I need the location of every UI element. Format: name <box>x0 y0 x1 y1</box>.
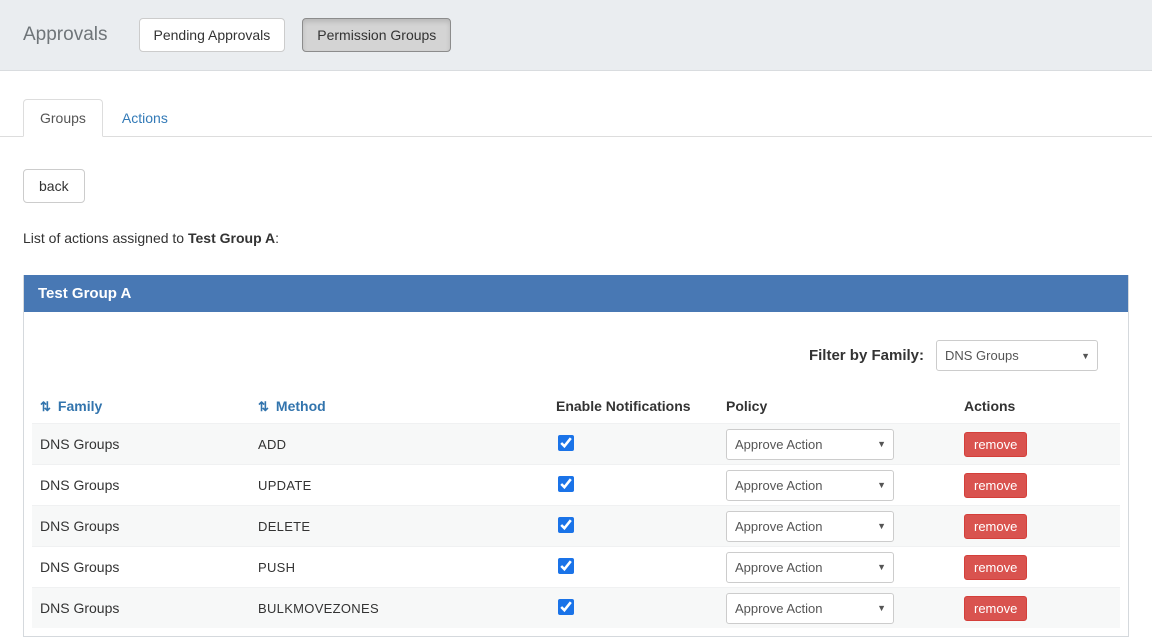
policy-cell: Approve Action ▼ <box>726 551 964 583</box>
page-title: Approvals <box>23 24 108 45</box>
header-method-label: Method <box>275 397 326 414</box>
intro-prefix: List of actions assigned to <box>23 230 188 246</box>
family-cell: DNS Groups <box>40 559 120 575</box>
filter-row: Filter by Family: DNS Groups ▼ <box>32 312 1120 389</box>
table-header-row: ⇅ Family ⇅ Method Enable Notifications Pol… <box>32 389 1120 423</box>
back-button[interactable]: back <box>23 169 85 203</box>
notifications-cell <box>556 598 726 618</box>
actions-cell: remove <box>964 554 1120 580</box>
policy-dropdown[interactable]: Approve Action <box>726 592 894 624</box>
tab-groups[interactable]: Groups <box>23 99 103 137</box>
family-cell: DNS Groups <box>40 518 120 534</box>
sort-icon[interactable]: ⇅ <box>40 399 51 414</box>
policy-cell: Approve Action ▼ <box>726 469 964 501</box>
policy-dropdown-wrap: Approve Action ▼ <box>726 428 894 460</box>
method-cell: ADD <box>258 436 287 452</box>
header-family-label: Family <box>57 397 103 414</box>
header-enable-notifications: Enable Notifications <box>556 398 691 414</box>
policy-cell: Approve Action ▼ <box>726 428 964 460</box>
notifications-cell <box>556 434 726 454</box>
remove-button[interactable]: remove <box>964 595 1028 621</box>
table-body: DNS Groups ADD Approve Action ▼ remove D… <box>32 423 1120 628</box>
policy-dropdown[interactable]: Approve Action <box>726 510 894 542</box>
enable-notifications-checkbox[interactable] <box>558 557 574 574</box>
actions-cell: remove <box>964 595 1120 621</box>
panel-title: Test Group A <box>24 275 1128 312</box>
policy-dropdown-wrap: Approve Action ▼ <box>726 592 894 624</box>
top-header-bar: Approvals Pending Approvals Permission G… <box>0 0 1152 71</box>
actions-cell: remove <box>964 513 1120 539</box>
remove-button[interactable]: remove <box>964 513 1028 539</box>
header-policy: Policy <box>726 398 768 414</box>
table-row: DNS Groups BULKMOVEZONES Approve Action … <box>32 587 1120 628</box>
notifications-cell <box>556 475 726 495</box>
sort-icon[interactable]: ⇅ <box>258 399 269 414</box>
panel-body: Filter by Family: DNS Groups ▼ ⇅ Family ⇅… <box>24 312 1128 636</box>
header-family[interactable]: ⇅ Family <box>40 398 258 415</box>
group-panel: Test Group A Filter by Family: DNS Group… <box>23 275 1129 637</box>
remove-button[interactable]: remove <box>964 431 1028 457</box>
policy-dropdown[interactable]: Approve Action <box>726 469 894 501</box>
policy-dropdown[interactable]: Approve Action <box>726 428 894 460</box>
family-filter-dropdown[interactable]: DNS Groups <box>936 340 1098 371</box>
enable-notifications-checkbox[interactable] <box>558 434 574 451</box>
intro-group-name: Test Group A <box>188 230 276 246</box>
header-method[interactable]: ⇅ Method <box>258 398 556 415</box>
policy-cell: Approve Action ▼ <box>726 510 964 542</box>
tab-actions[interactable]: Actions <box>105 99 185 137</box>
remove-button[interactable]: remove <box>964 472 1028 498</box>
remove-button[interactable]: remove <box>964 554 1028 580</box>
method-cell: UPDATE <box>258 477 312 493</box>
policy-dropdown-wrap: Approve Action ▼ <box>726 469 894 501</box>
tab-bar: Groups Actions <box>0 99 1152 137</box>
policy-cell: Approve Action ▼ <box>726 592 964 624</box>
method-cell: DELETE <box>258 518 311 534</box>
family-cell: DNS Groups <box>40 600 120 616</box>
intro-suffix: : <box>275 230 280 246</box>
actions-table: ⇅ Family ⇅ Method Enable Notifications Pol… <box>32 389 1120 628</box>
pending-approvals-button[interactable]: Pending Approvals <box>138 18 286 52</box>
method-cell: BULKMOVEZONES <box>258 600 379 616</box>
permission-groups-button[interactable]: Permission Groups <box>302 18 452 52</box>
filter-label: Filter by Family: <box>808 347 924 364</box>
intro-text: List of actions assigned to Test Group A… <box>23 230 1152 246</box>
table-row: DNS Groups ADD Approve Action ▼ remove <box>32 423 1120 464</box>
enable-notifications-checkbox[interactable] <box>558 598 574 615</box>
enable-notifications-checkbox[interactable] <box>558 516 574 533</box>
enable-notifications-checkbox[interactable] <box>558 475 574 492</box>
policy-dropdown-wrap: Approve Action ▼ <box>726 551 894 583</box>
policy-dropdown[interactable]: Approve Action <box>726 551 894 583</box>
family-filter-dropdown-wrap: DNS Groups ▼ <box>936 340 1098 371</box>
actions-cell: remove <box>964 431 1120 457</box>
table-row: DNS Groups DELETE Approve Action ▼ remov… <box>32 505 1120 546</box>
policy-dropdown-wrap: Approve Action ▼ <box>726 510 894 542</box>
family-cell: DNS Groups <box>40 436 120 452</box>
family-cell: DNS Groups <box>40 477 120 493</box>
table-row: DNS Groups PUSH Approve Action ▼ remove <box>32 546 1120 587</box>
table-row: DNS Groups UPDATE Approve Action ▼ remov… <box>32 464 1120 505</box>
method-cell: PUSH <box>258 559 296 575</box>
notifications-cell <box>556 557 726 577</box>
notifications-cell <box>556 516 726 536</box>
header-actions: Actions <box>964 398 1016 414</box>
actions-cell: remove <box>964 472 1120 498</box>
